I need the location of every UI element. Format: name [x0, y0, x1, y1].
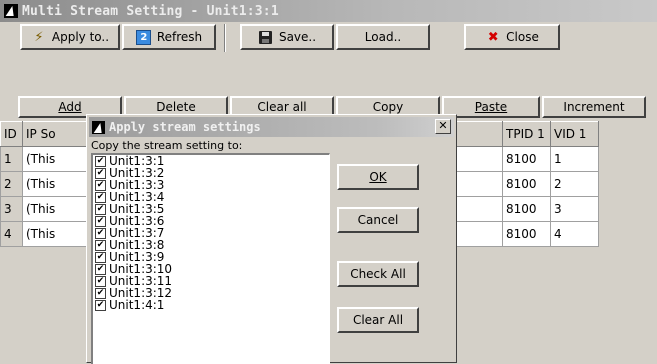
checkbox[interactable]: ✔: [95, 191, 106, 203]
save-button[interactable]: Save..: [240, 24, 334, 50]
checkbox[interactable]: ✔: [95, 203, 106, 215]
checkbox[interactable]: ✔: [95, 167, 106, 179]
column-header-vid1[interactable]: VID 1: [550, 121, 599, 147]
delete-label: Delete: [156, 100, 196, 114]
checkbox[interactable]: ✔: [95, 155, 106, 167]
cancel-label: Cancel: [357, 213, 399, 227]
floppy-disk-icon: [259, 30, 273, 44]
check-all-button[interactable]: Check All: [337, 261, 419, 287]
dialog-titlebar[interactable]: Apply stream settings ✕: [89, 117, 454, 137]
refresh-label: Refresh: [156, 30, 203, 44]
close-icon: ✖: [487, 29, 499, 45]
add-label: Add: [58, 100, 82, 114]
checkbox[interactable]: ✔: [95, 287, 106, 299]
save-label: Save..: [278, 30, 317, 44]
unit-label: Unit1:4:1: [109, 298, 165, 312]
row-id-cell[interactable]: 3: [0, 196, 23, 222]
cancel-button[interactable]: Cancel: [337, 207, 419, 233]
paste-label: Paste: [474, 100, 508, 114]
checkbox[interactable]: ✔: [95, 179, 106, 191]
dialog-close-icon[interactable]: ✕: [435, 119, 451, 134]
vid1-cell[interactable]: 1: [550, 146, 599, 172]
checkbox[interactable]: ✔: [95, 215, 106, 227]
apply-stream-settings-dialog: Apply stream settings ✕ Copy the stream …: [86, 114, 457, 364]
clear-all-rows-label: Clear all: [257, 100, 307, 114]
lightning-icon: ⚡: [34, 29, 44, 45]
copy-label: Copy: [372, 100, 404, 114]
close-label: Close: [506, 30, 539, 44]
checkbox[interactable]: ✔: [95, 275, 106, 287]
unit-checklist[interactable]: ✔ Unit1:3:1 ✔ Unit1:3:2 ✔ Unit1:3:3 ✔ Unit1:3:4…: [91, 153, 330, 364]
ok-label: OK: [369, 170, 387, 184]
load-button[interactable]: Load..: [336, 24, 430, 50]
window-titlebar[interactable]: Multi Stream Setting - Unit1:3:1: [0, 0, 657, 22]
vid1-cell[interactable]: 3: [550, 196, 599, 222]
refresh-button[interactable]: 2 Refresh: [122, 24, 216, 50]
vid1-cell[interactable]: 2: [550, 171, 599, 197]
checkbox[interactable]: ✔: [95, 299, 106, 311]
app-logo-icon: [4, 4, 18, 18]
tpid1-cell[interactable]: 8100: [502, 146, 551, 172]
dialog-title: Apply stream settings: [109, 120, 261, 134]
apply-to-label: Apply to..: [51, 30, 110, 44]
check-all-label: Check All: [350, 267, 406, 281]
tpid1-cell[interactable]: 8100: [502, 221, 551, 247]
increment-button[interactable]: Increment: [542, 96, 646, 118]
toolbar-separator: [224, 24, 226, 52]
increment-label: Increment: [563, 100, 625, 114]
clear-all-label: Clear All: [352, 313, 404, 327]
apply-to-button[interactable]: ⚡ Apply to..: [20, 24, 120, 50]
window-title: Multi Stream Setting - Unit1:3:1: [22, 3, 279, 19]
checkbox[interactable]: ✔: [95, 227, 106, 239]
dialog-prompt: Copy the stream setting to:: [91, 139, 243, 152]
close-button[interactable]: ✖ Close: [464, 24, 560, 50]
checkbox[interactable]: ✔: [95, 251, 106, 263]
app-logo-icon: [92, 120, 105, 134]
refresh-icon: 2: [136, 29, 152, 45]
vid1-cell[interactable]: 4: [550, 221, 599, 247]
clear-all-button[interactable]: Clear All: [337, 307, 419, 333]
row-id-cell[interactable]: 2: [0, 171, 23, 197]
unit-checkbox-item[interactable]: ✔ Unit1:4:1: [93, 299, 329, 311]
ok-button[interactable]: OK: [337, 164, 419, 190]
column-header-tpid1[interactable]: TPID 1: [502, 121, 551, 147]
checkbox[interactable]: ✔: [95, 239, 106, 251]
tpid1-cell[interactable]: 8100: [502, 196, 551, 222]
row-id-cell[interactable]: 1: [0, 146, 23, 172]
row-id-cell[interactable]: 4: [0, 221, 23, 247]
load-label: Load..: [364, 30, 402, 44]
column-header-id[interactable]: ID: [0, 121, 23, 147]
tpid1-cell[interactable]: 8100: [502, 171, 551, 197]
checkbox[interactable]: ✔: [95, 263, 106, 275]
